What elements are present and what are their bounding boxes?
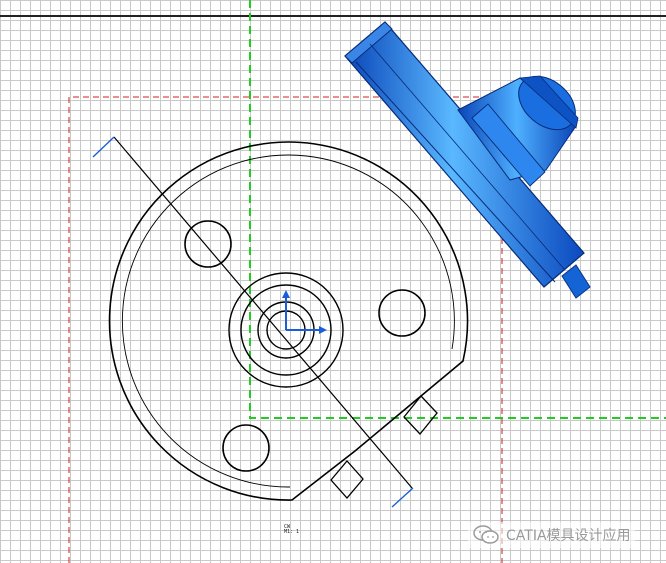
section-arrow-bottom xyxy=(391,487,414,508)
section-arrow-top xyxy=(92,136,115,158)
section-line[interactable] xyxy=(113,136,413,489)
axis-h-arrow-icon xyxy=(319,326,327,334)
watermark: CATIA模具设计应用 xyxy=(468,522,635,548)
axis-v-arrow-icon xyxy=(282,290,290,298)
bolt-hole-right[interactable] xyxy=(378,289,426,337)
bolt-hole-bottom[interactable] xyxy=(222,424,270,472)
watermark-text: CATIA模具设计应用 xyxy=(506,528,631,544)
drawing-canvas[interactable] xyxy=(0,0,666,563)
view-scale-label[interactable]: CW M1: 1 xyxy=(284,525,299,535)
view-scale: M1: 1 xyxy=(284,529,300,535)
view-frame[interactable] xyxy=(249,0,666,419)
part-3d-model[interactable] xyxy=(344,21,591,299)
tab-1[interactable] xyxy=(403,395,438,435)
wechat-icon xyxy=(473,525,499,544)
